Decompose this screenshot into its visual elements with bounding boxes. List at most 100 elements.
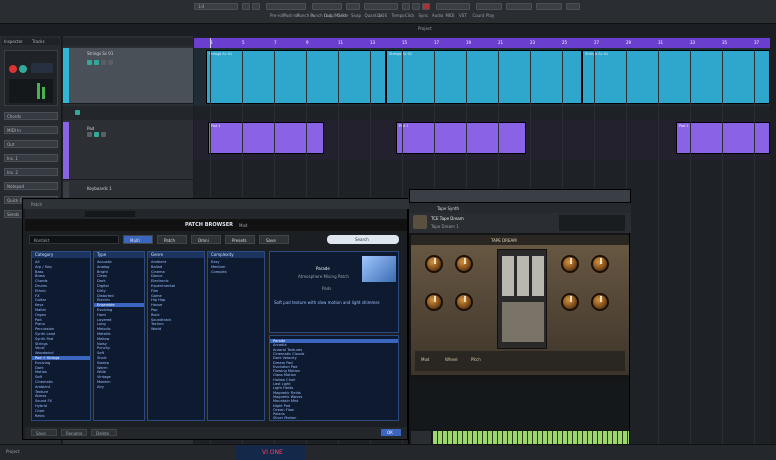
column-item[interactable]: Dark bbox=[35, 366, 44, 370]
midi-part[interactable]: Strings Sc 01 bbox=[386, 50, 582, 104]
footer-button[interactable]: Delete bbox=[91, 429, 117, 436]
column-item[interactable]: Hard bbox=[97, 313, 106, 317]
column-item[interactable]: Dance bbox=[151, 274, 162, 278]
column-item[interactable]: Brass bbox=[35, 274, 45, 278]
browser-button[interactable]: Save bbox=[259, 235, 289, 244]
column-item[interactable]: Organ bbox=[35, 313, 46, 317]
column-item[interactable]: Dark bbox=[97, 279, 106, 283]
preset-name[interactable]: Tape Dream 1 bbox=[431, 224, 459, 229]
browser-titlebar[interactable]: Patch bbox=[23, 199, 409, 209]
search-input[interactable]: Search bbox=[327, 235, 399, 244]
prev-button[interactable] bbox=[242, 3, 250, 10]
knob-drive[interactable] bbox=[561, 255, 579, 273]
column-item[interactable]: Ambient bbox=[35, 385, 50, 389]
zone-tab[interactable]: Grid bbox=[338, 13, 346, 18]
zone-tab[interactable]: Click bbox=[405, 13, 415, 18]
tracks-tab[interactable]: Tracks bbox=[32, 39, 45, 44]
zone-tab[interactable]: Sync bbox=[419, 13, 429, 18]
column-item[interactable]: Layered bbox=[97, 318, 111, 322]
stop-button[interactable] bbox=[412, 3, 420, 10]
column-item[interactable]: House bbox=[151, 303, 162, 307]
read-button[interactable] bbox=[101, 132, 106, 137]
column-item[interactable]: Game bbox=[151, 294, 162, 298]
fader[interactable] bbox=[502, 256, 514, 296]
time-display[interactable] bbox=[436, 3, 470, 10]
next-button[interactable] bbox=[252, 3, 260, 10]
result-item[interactable]: Silver Motion bbox=[273, 416, 296, 420]
column-item[interactable]: Synth Lead bbox=[35, 332, 55, 336]
column-item[interactable]: Percussion bbox=[35, 327, 54, 331]
column-item[interactable]: Digital bbox=[97, 284, 109, 288]
column-item[interactable]: Dirty bbox=[97, 289, 106, 293]
column-item[interactable]: Hybrid bbox=[35, 404, 47, 408]
read-button[interactable] bbox=[101, 60, 106, 65]
column-item[interactable]: Short bbox=[97, 356, 107, 360]
column-item[interactable]: Evolving bbox=[97, 308, 112, 312]
column-item[interactable]: Choir bbox=[35, 409, 44, 413]
column-item[interactable]: Analog bbox=[97, 265, 109, 269]
column-item[interactable]: Texture bbox=[35, 390, 48, 394]
instrument-titlebar[interactable] bbox=[409, 189, 631, 203]
grid-select[interactable] bbox=[506, 3, 532, 10]
column-item[interactable]: FX bbox=[35, 294, 40, 298]
marker-display[interactable] bbox=[476, 3, 502, 10]
midi-part[interactable]: Strings Sc 01 bbox=[582, 50, 770, 104]
column-item[interactable]: Synth Pad bbox=[35, 337, 53, 341]
column-item[interactable]: Medium bbox=[211, 265, 225, 269]
record-enable-button[interactable] bbox=[9, 65, 17, 73]
footer-button[interactable]: Rename bbox=[61, 429, 87, 436]
column-item[interactable]: Electric bbox=[97, 298, 110, 302]
column-item[interactable]: Electronic bbox=[151, 279, 169, 283]
column-item[interactable]: Airy bbox=[97, 385, 104, 389]
knob-attack[interactable] bbox=[425, 293, 443, 311]
column-item[interactable]: Cinematic bbox=[35, 380, 53, 384]
monitor-button[interactable] bbox=[19, 65, 27, 73]
tempo-display[interactable] bbox=[312, 3, 342, 10]
column-item[interactable]: Bright bbox=[97, 270, 108, 274]
browser-select[interactable] bbox=[85, 211, 135, 217]
quantize-select[interactable] bbox=[536, 3, 562, 10]
column-item[interactable]: Soft bbox=[97, 351, 104, 355]
column-header[interactable]: Type bbox=[94, 252, 144, 258]
column-item[interactable]: Soundtrack bbox=[151, 318, 171, 322]
column-item[interactable]: Rock bbox=[151, 313, 160, 317]
track-row-strings[interactable]: Strings Sc 01 bbox=[63, 48, 193, 104]
inspector-row[interactable]: Notepad bbox=[4, 182, 58, 190]
column-item[interactable]: Arp / Seq bbox=[35, 265, 52, 269]
inspector-tab[interactable]: Inspector bbox=[4, 39, 23, 44]
solo-button[interactable] bbox=[94, 132, 99, 137]
column-item[interactable]: Punchy bbox=[97, 346, 110, 350]
column-item[interactable]: Keys bbox=[35, 303, 43, 307]
tune-section[interactable] bbox=[559, 215, 625, 231]
volume-display[interactable] bbox=[31, 63, 53, 73]
knob-depth[interactable] bbox=[591, 293, 609, 311]
timeline-ruler[interactable]: 3 5 7 9 11 13 15 17 19 21 23 25 27 29 31 33 35 37 bbox=[194, 38, 770, 48]
selector-panel[interactable] bbox=[502, 302, 544, 342]
browser-button[interactable]: Presets bbox=[225, 235, 255, 244]
column-item[interactable]: Strings bbox=[35, 342, 48, 346]
midi-part[interactable]: Pad 1 bbox=[396, 122, 526, 154]
column-item[interactable]: Vocal bbox=[35, 346, 45, 350]
column-item[interactable]: Metallic bbox=[97, 332, 111, 336]
column-item[interactable]: Pad + Strings bbox=[32, 356, 90, 360]
column-item[interactable]: Pop bbox=[151, 308, 158, 312]
inspector-row[interactable]: Out bbox=[4, 140, 58, 148]
track-enable-button[interactable] bbox=[75, 110, 80, 115]
column-item[interactable]: Experimental bbox=[151, 284, 175, 288]
column-item[interactable]: Piano bbox=[35, 322, 45, 326]
mute-button[interactable] bbox=[87, 132, 92, 137]
column-item[interactable]: Vintage bbox=[97, 375, 111, 379]
column-item[interactable]: Atmos bbox=[35, 394, 46, 398]
inspector-row[interactable]: Ins. 2 bbox=[4, 168, 58, 176]
column-item[interactable]: Soft bbox=[35, 375, 42, 379]
column-item[interactable]: Wide bbox=[97, 370, 106, 374]
zone-tab[interactable]: Snap bbox=[351, 13, 361, 18]
column-item[interactable]: Clean bbox=[97, 274, 107, 278]
column-item[interactable]: Evolving bbox=[35, 361, 50, 365]
column-item[interactable]: All bbox=[35, 260, 39, 264]
column-item[interactable]: Long bbox=[97, 322, 106, 326]
fader[interactable] bbox=[517, 256, 529, 296]
column-item[interactable]: Ambient bbox=[151, 260, 166, 264]
ok-button[interactable]: OK bbox=[381, 429, 401, 436]
column-item[interactable]: Drums bbox=[35, 284, 47, 288]
